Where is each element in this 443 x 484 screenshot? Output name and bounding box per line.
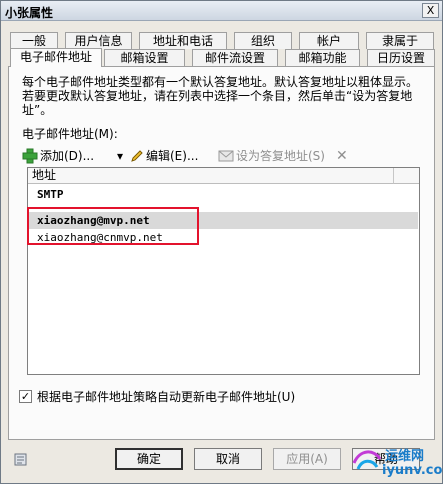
watermark-text-2: iyunv.com <box>382 463 443 478</box>
edit-button[interactable]: 编辑(E)... <box>130 146 210 166</box>
tab-mailbox-settings[interactable]: 邮箱设置 <box>104 49 185 66</box>
site-watermark: 运维网 iyunv.com <box>350 443 443 481</box>
email-list-label: 电子邮件地址(M): <box>22 127 118 141</box>
column-header-filler <box>393 168 419 184</box>
tab-organization[interactable]: 组织 <box>234 32 292 49</box>
add-dropdown-icon[interactable]: ▾ <box>117 146 127 166</box>
add-icon <box>22 148 38 164</box>
highlight-box <box>27 207 199 245</box>
properties-dialog: 小张属性 X 一般 用户信息 地址和电话 组织 帐户 隶属于 电子邮件地址 邮箱… <box>0 0 443 484</box>
apply-button[interactable]: 应用(A) <box>273 448 341 470</box>
window-title: 小张属性 <box>5 6 54 20</box>
remove-icon[interactable]: ✕ <box>336 146 350 166</box>
properties-icon <box>14 453 27 466</box>
add-button[interactable]: 添加(D)... <box>22 146 114 166</box>
tab-email-addresses[interactable]: 电子邮件地址 <box>10 48 102 67</box>
tab-user-info[interactable]: 用户信息 <box>65 32 132 49</box>
column-header-address[interactable]: 地址 <box>28 168 393 184</box>
list-toolbar: 添加(D)... ▾ 编辑(E)... 设为答复地址(S) ✕ <box>22 146 422 166</box>
watermark-logo-icon <box>352 450 382 470</box>
email-address-list[interactable]: 地址 SMTP xiaozhang@mvp.net xiaozhang@cnmv… <box>27 167 420 375</box>
ok-button[interactable]: 确定 <box>115 448 183 470</box>
tab-member-of[interactable]: 隶属于 <box>366 32 434 49</box>
auto-update-label: 根据电子邮件地址策略自动更新电子邮件地址(U) <box>37 390 296 404</box>
tab-mailbox-features[interactable]: 邮箱功能 <box>285 49 360 66</box>
description-text: 每个电子邮件地址类型都有一个默认答复地址。默认答复地址以粗体显示。若要更改默认答… <box>22 75 419 117</box>
set-reply-button[interactable]: 设为答复地址(S) <box>218 146 334 166</box>
pencil-icon <box>131 150 143 162</box>
tab-calendar-settings[interactable]: 日历设置 <box>367 49 435 66</box>
tab-account[interactable]: 帐户 <box>299 32 359 49</box>
watermark-text-1: 运维网 <box>385 449 425 464</box>
list-group-smtp[interactable]: SMTP <box>29 186 418 203</box>
tab-mail-flow-settings[interactable]: 邮件流设置 <box>192 49 278 66</box>
email-addresses-panel: 每个电子邮件地址类型都有一个默认答复地址。默认答复地址以粗体显示。若要更改默认答… <box>8 66 435 440</box>
cancel-button[interactable]: 取消 <box>194 448 262 470</box>
close-button[interactable]: X <box>422 3 439 18</box>
tab-general[interactable]: 一般 <box>10 32 58 49</box>
auto-update-checkbox[interactable]: ✓ <box>19 390 32 403</box>
title-bar: 小张属性 X <box>1 1 442 21</box>
set-reply-label: 设为答复地址(S) <box>236 149 325 163</box>
envelope-icon <box>218 150 234 162</box>
edit-label: 编辑(E)... <box>146 149 199 163</box>
tab-address-phone[interactable]: 地址和电话 <box>139 32 227 49</box>
add-label: 添加(D)... <box>40 149 95 163</box>
